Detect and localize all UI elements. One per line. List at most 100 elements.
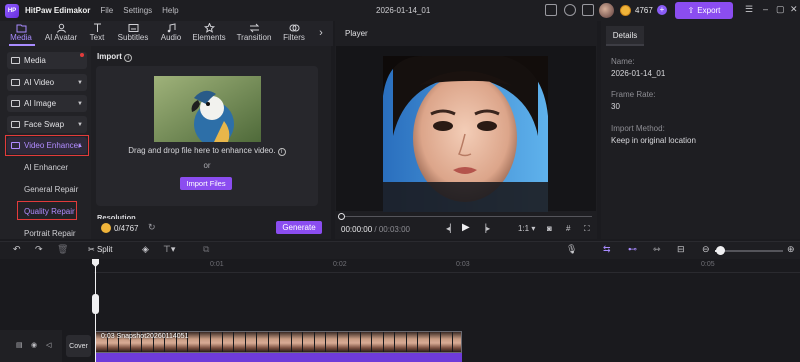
name-label: Name:: [611, 57, 635, 66]
grid-icon[interactable]: #: [566, 224, 570, 233]
prev-frame-icon[interactable]: ◂▏: [446, 224, 456, 233]
clip-frame: [349, 332, 361, 352]
clip-frame: [452, 332, 461, 352]
export-label: Export: [697, 6, 721, 15]
fullscreen-icon[interactable]: ⛶: [584, 224, 590, 234]
app-logo: HP: [5, 3, 19, 18]
tab-elements[interactable]: Elements: [189, 21, 229, 46]
track-settings-icon[interactable]: ▤: [16, 341, 23, 349]
clip-label: 0:03 Snapshot20260114051: [101, 333, 189, 340]
tab-text[interactable]: Text: [84, 21, 110, 46]
minimize-icon[interactable]: –: [763, 4, 768, 14]
menu-icon[interactable]: ☰: [745, 4, 753, 15]
mail-icon[interactable]: [582, 4, 594, 16]
play-icon[interactable]: ▶: [462, 222, 470, 233]
refresh-icon[interactable]: ↻: [148, 222, 156, 233]
link-icon[interactable]: ⇆: [603, 244, 611, 255]
playhead-grip[interactable]: [92, 294, 99, 314]
menu-file[interactable]: File: [100, 6, 113, 15]
maximize-icon[interactable]: ▢: [776, 4, 785, 15]
name-value: 2026-01-14_01: [611, 69, 666, 78]
aspect-ratio-select[interactable]: 1:1 ▾: [518, 224, 535, 233]
split-button[interactable]: ✂ Split: [88, 245, 113, 254]
add-credits-button[interactable]: +: [657, 5, 667, 15]
sidebar-item-ai-video[interactable]: AI Video ▼: [7, 74, 87, 91]
sidebar-item-ai-image[interactable]: AI Image ▼: [7, 95, 87, 112]
avatar-icon: [56, 23, 66, 33]
snap-icon[interactable]: ⊟: [677, 244, 685, 255]
clip-frame: [199, 332, 211, 352]
tab-transition[interactable]: Transition: [232, 21, 276, 46]
close-icon[interactable]: ✕: [790, 4, 798, 15]
clip-frame: [222, 332, 234, 352]
clip-frame: [314, 332, 326, 352]
fit-icon[interactable]: ⇿: [653, 244, 661, 255]
import-files-button[interactable]: Import Files: [180, 177, 232, 190]
cover-button[interactable]: Cover: [66, 335, 91, 357]
ruler-tick: 0:03: [456, 261, 470, 268]
sidebar-subitem-general-repair[interactable]: General Repair: [24, 185, 78, 194]
camera-icon[interactable]: ◙: [547, 224, 552, 233]
tab-details[interactable]: Details: [606, 26, 644, 46]
zoom-in-icon[interactable]: ⊕: [787, 244, 795, 255]
elements-icon: [203, 23, 215, 33]
credits-count: 4767: [635, 6, 653, 15]
clip-frame: [268, 332, 280, 352]
ruler-tick: 0:01: [210, 261, 224, 268]
playback-scrubber[interactable]: [340, 216, 592, 217]
info-icon: i: [277, 148, 286, 156]
microphone-icon[interactable]: 🎙: [566, 244, 577, 255]
magnet-icon[interactable]: ⊷: [628, 244, 637, 255]
tab-audio[interactable]: Audio: [156, 21, 186, 46]
preview-image: [383, 56, 548, 212]
chevron-down-icon: ▼: [77, 79, 83, 86]
sidebar-subitem-ai-enhancer[interactable]: AI Enhancer: [24, 163, 68, 172]
clip-frame: [383, 332, 395, 352]
zoom-slider[interactable]: [715, 250, 783, 252]
media-manager-icon[interactable]: [545, 4, 557, 16]
upload-icon: ⇧: [687, 6, 695, 15]
sidebar-item-face-swap[interactable]: Face Swap ▼: [7, 116, 87, 133]
sidebar-item-media[interactable]: Media: [7, 52, 87, 69]
face-swap-icon: [11, 121, 20, 128]
scrubber-handle[interactable]: [338, 213, 345, 220]
zoom-slider-handle[interactable]: [716, 246, 725, 255]
text-tool-icon[interactable]: ⊤▾: [163, 244, 175, 255]
tab-filters[interactable]: Filters: [279, 21, 309, 46]
avatar[interactable]: [599, 3, 614, 18]
clip-frame: [234, 332, 246, 352]
delete-icon[interactable]: 🗑: [57, 244, 68, 255]
menu-help[interactable]: Help: [162, 6, 178, 15]
menu-settings[interactable]: Settings: [123, 6, 152, 15]
clip-frame: [406, 332, 418, 352]
ruler-tick: 0:02: [333, 261, 347, 268]
zoom-out-icon[interactable]: ⊖: [702, 244, 710, 255]
audio-icon[interactable]: ◁: [46, 341, 51, 349]
toolbar-next-arrow[interactable]: ›: [314, 21, 328, 46]
info-icon: i: [124, 54, 133, 62]
tab-ai-avatar[interactable]: AI Avatar: [40, 21, 82, 46]
timeline-ruler: [94, 259, 800, 273]
tab-media[interactable]: Media: [5, 21, 37, 46]
drop-instructions: Drag and drop file here to enhance video…: [96, 146, 318, 156]
tab-subtitles[interactable]: Subtitles: [113, 21, 153, 46]
chevron-down-icon: ▼: [77, 121, 83, 128]
next-frame-icon[interactable]: ▕▸: [480, 224, 490, 233]
clip-frame: [303, 332, 315, 352]
undo-icon[interactable]: ↶: [13, 244, 21, 255]
folder-icon: [16, 24, 26, 33]
feedback-icon[interactable]: [564, 4, 576, 16]
visibility-icon[interactable]: ◉: [31, 341, 37, 349]
import-method-value: Keep in original location: [611, 136, 696, 145]
redo-icon[interactable]: ↷: [35, 244, 43, 255]
export-button[interactable]: ⇧ Export: [675, 2, 733, 19]
generate-button[interactable]: Generate: [276, 221, 322, 234]
folder-icon: [11, 57, 20, 64]
sidebar-subitem-portrait-repair[interactable]: Portrait Repair: [24, 229, 76, 238]
app-title: HitPaw Edimakor: [25, 6, 91, 15]
clip-frame: [245, 332, 257, 352]
audio-bar[interactable]: [95, 353, 462, 362]
clip-frame: [188, 332, 200, 352]
crop-icon[interactable]: ⧉: [203, 244, 209, 255]
marker-icon[interactable]: ◈: [142, 244, 149, 255]
